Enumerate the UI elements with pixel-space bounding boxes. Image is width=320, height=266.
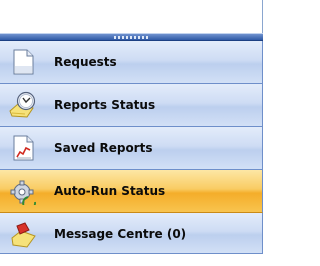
- nav-item-label: Message Centre (0): [54, 227, 187, 241]
- document-icon: [13, 49, 34, 75]
- gear-icon: [10, 180, 36, 205]
- nav-item-message-centre[interactable]: Message Centre (0): [0, 213, 263, 254]
- clock-icon: [9, 91, 36, 118]
- nav-item-label: Saved Reports: [54, 141, 153, 155]
- navigation-pane: Requests Reports Status Saved Reports Au…: [0, 0, 263, 266]
- nav-list: Requests Reports Status Saved Reports Au…: [0, 41, 263, 254]
- nav-item-label: Requests: [54, 55, 117, 69]
- message-icon: [11, 222, 36, 248]
- splitter-grip[interactable]: [114, 36, 150, 39]
- nav-item-label: Auto-Run Status: [54, 184, 166, 198]
- chart-document-icon: [13, 135, 34, 161]
- nav-item-reports-status[interactable]: Reports Status: [0, 84, 263, 127]
- nav-item-saved-reports[interactable]: Saved Reports: [0, 127, 263, 170]
- pane-splitter[interactable]: [0, 33, 263, 41]
- nav-item-requests[interactable]: Requests: [0, 41, 263, 84]
- nav-item-auto-run-status[interactable]: Auto-Run Status: [0, 170, 263, 213]
- nav-item-label: Reports Status: [54, 98, 156, 112]
- pane-content-area: [0, 0, 263, 33]
